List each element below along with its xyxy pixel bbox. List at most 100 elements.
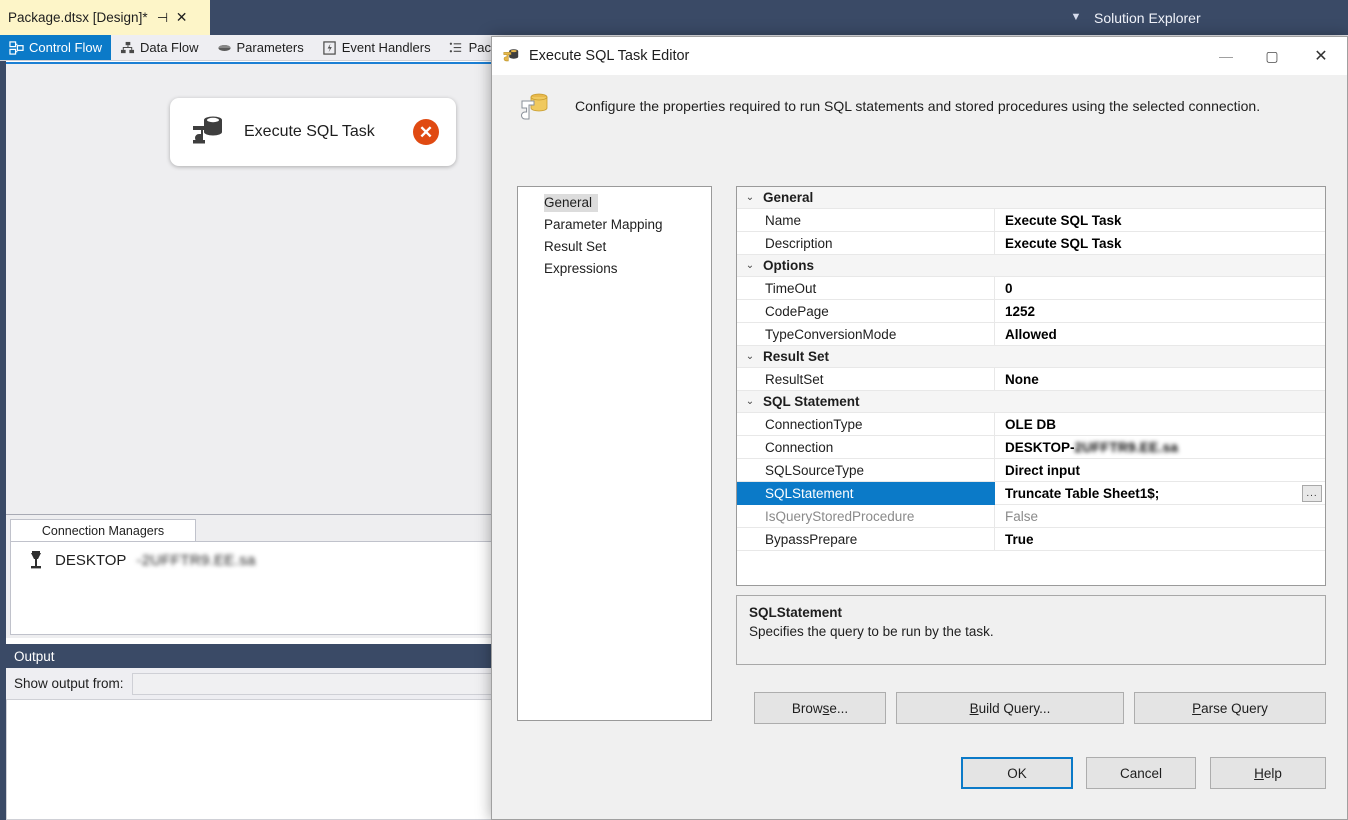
property-value-typeconversionmode[interactable]: Allowed (995, 323, 1325, 346)
table-row[interactable]: SQLSourceType Direct input (737, 458, 1325, 482)
property-name-timeout: TimeOut (737, 276, 995, 300)
solution-explorer-label: Solution Explorer (1094, 9, 1201, 26)
help-button-label-post: elp (1263, 765, 1282, 781)
dialog-title-label: Execute SQL Task Editor (529, 48, 690, 64)
tab-control-flow[interactable]: Control Flow (0, 35, 111, 60)
close-icon[interactable]: ✕ (175, 9, 189, 26)
nav-item-result-set[interactable]: Result Set (518, 236, 711, 258)
help-button-mnemonic: H (1254, 765, 1264, 781)
nav-item-result-set-label: Result Set (544, 239, 607, 254)
browse-button[interactable]: Brow s e... (754, 692, 886, 724)
property-value-connection[interactable]: DESKTOP-2UFFTR9.EE.sa (995, 436, 1325, 459)
tab-data-flow[interactable]: Data Flow (111, 35, 208, 60)
dialog-nav-list[interactable]: General Parameter Mapping Result Set Exp… (517, 186, 712, 721)
table-row[interactable]: SQLStatement Truncate Table Sheet1$; ... (737, 481, 1325, 505)
browse-button-label-post: e... (829, 700, 849, 716)
nav-item-expressions-label: Expressions (544, 261, 618, 276)
cancel-button[interactable]: Cancel (1086, 757, 1196, 789)
document-tab-package-dtsx[interactable]: Package.dtsx [Design]* ⊣ ✕ (0, 0, 210, 35)
property-value-connection-text: DESKTOP- (1005, 439, 1075, 455)
chevron-down-icon[interactable]: ⌄ (737, 396, 763, 407)
property-value-resultset[interactable]: None (995, 368, 1325, 391)
property-grid[interactable]: ⌄ General Name Execute SQL Task Descript… (736, 186, 1326, 586)
table-row[interactable]: CodePage 1252 (737, 299, 1325, 323)
property-value-sqlsourcetype[interactable]: Direct input (995, 459, 1325, 482)
help-pane-title: SQLStatement (749, 605, 843, 620)
connection-managers-tab[interactable]: Connection Managers (10, 519, 196, 541)
data-flow-icon (120, 41, 135, 53)
control-flow-icon (9, 40, 24, 55)
parameters-icon (217, 44, 231, 51)
parse-query-button-mnemonic: P (1192, 700, 1202, 716)
chevron-down-icon[interactable]: ▼ (1068, 9, 1084, 25)
table-row[interactable]: TimeOut 0 (737, 276, 1325, 300)
sqlstatement-ellipsis-button[interactable]: ... (1302, 485, 1322, 502)
table-row[interactable]: BypassPrepare True (737, 527, 1325, 551)
property-category-options-label: Options (763, 258, 814, 273)
property-name-connection: Connection (737, 435, 995, 459)
table-row[interactable]: Name Execute SQL Task (737, 208, 1325, 232)
dialog-window-buttons: — ▢ ✕ (1203, 37, 1347, 75)
property-value-sqlstatement[interactable]: Truncate Table Sheet1$; (995, 482, 1325, 505)
table-row[interactable]: TypeConversionMode Allowed (737, 322, 1325, 346)
property-value-codepage[interactable]: 1252 (995, 300, 1325, 323)
maximize-icon[interactable]: ▢ (1249, 37, 1295, 75)
dialog-banner: Configure the properties required to run… (492, 75, 1347, 136)
ok-button[interactable]: OK (961, 757, 1073, 789)
build-query-button[interactable]: Build Query... (896, 692, 1124, 724)
chevron-down-icon[interactable]: ⌄ (737, 351, 763, 362)
nav-item-general[interactable]: General (518, 192, 711, 214)
chevron-down-icon[interactable]: ⌄ (737, 260, 763, 271)
property-category-result-set[interactable]: ⌄ Result Set (737, 346, 1325, 368)
table-row[interactable]: ResultSet None (737, 367, 1325, 391)
nav-item-parameter-mapping[interactable]: Parameter Mapping (518, 214, 711, 236)
tab-parameters-label: Parameters (236, 40, 304, 55)
minimize-icon[interactable]: — (1203, 37, 1249, 75)
execute-sql-task-icon (193, 116, 222, 144)
show-output-from-select[interactable] (131, 672, 512, 695)
property-category-general[interactable]: ⌄ General (737, 187, 1325, 209)
tab-parameters[interactable]: Parameters (208, 35, 313, 60)
connection-manager-label: DESKTOP (55, 551, 127, 569)
property-value-bypassprepare[interactable]: True (995, 528, 1325, 551)
show-output-from-label: Show output from: (14, 676, 124, 691)
property-category-sql-statement-label: SQL Statement (763, 394, 860, 409)
chevron-down-icon[interactable]: ⌄ (737, 192, 763, 203)
table-row[interactable]: Connection DESKTOP-2UFFTR9.EE.sa (737, 435, 1325, 459)
property-category-options[interactable]: ⌄ Options (737, 255, 1325, 277)
help-button[interactable]: Help (1210, 757, 1326, 789)
property-name-bypassprepare: BypassPrepare (737, 527, 995, 551)
execute-sql-task-icon (503, 49, 519, 62)
property-value-connectiontype[interactable]: OLE DB (995, 413, 1325, 436)
control-flow-task-execute-sql-task[interactable]: Execute SQL Task ✕ (170, 98, 456, 166)
property-grid-rows: ⌄ General Name Execute SQL Task Descript… (737, 187, 1325, 551)
connection-manager-label-redacted: -2UFFTR9.EE.sa (136, 551, 256, 569)
table-row[interactable]: ConnectionType OLE DB (737, 412, 1325, 436)
dialog-titlebar[interactable]: Execute SQL Task Editor — ▢ ✕ (492, 37, 1347, 75)
property-value-description[interactable]: Execute SQL Task (995, 232, 1325, 255)
property-category-sql-statement[interactable]: ⌄ SQL Statement (737, 391, 1325, 413)
build-query-button-mnemonic: B (969, 700, 979, 716)
browse-button-label-pre: Brow (791, 700, 823, 716)
execute-sql-task-large-icon (521, 93, 548, 119)
table-row[interactable]: IsQueryStoredProcedure False (737, 504, 1325, 528)
package-explorer-icon (449, 42, 461, 52)
property-name-resultset: ResultSet (737, 367, 995, 391)
property-value-isquerystoredprocedure: False (1005, 508, 1039, 524)
table-row[interactable]: Description Execute SQL Task (737, 231, 1325, 255)
parse-query-button[interactable]: Parse Query (1134, 692, 1326, 724)
property-help-pane: SQLStatement Specifies the query to be r… (736, 595, 1326, 665)
tab-event-handlers[interactable]: Event Handlers (313, 35, 440, 60)
nav-item-expressions[interactable]: Expressions (518, 258, 711, 280)
cancel-button-label: Cancel (1119, 765, 1163, 781)
error-x-icon[interactable]: ✕ (413, 119, 439, 145)
property-value-timeout[interactable]: 0 (995, 277, 1325, 300)
property-name-sqlstatement: SQLStatement (737, 481, 995, 505)
close-icon[interactable]: ✕ (1295, 37, 1347, 75)
dialog-banner-text: Configure the properties required to run… (575, 97, 1261, 114)
pin-icon[interactable]: ⊣ (156, 10, 170, 26)
property-name-name: Name (737, 208, 995, 232)
property-value-name[interactable]: Execute SQL Task (995, 209, 1325, 232)
solution-explorer-title[interactable]: Solution Explorer (1086, 0, 1348, 35)
tab-event-handlers-label: Event Handlers (341, 40, 431, 55)
